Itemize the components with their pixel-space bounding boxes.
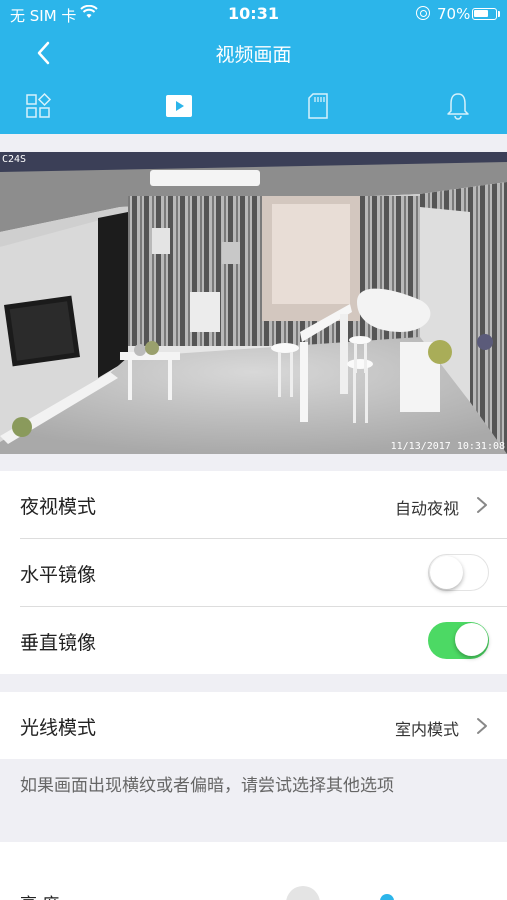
tab-sd-card[interactable] bbox=[298, 90, 338, 122]
camera-feed-image bbox=[0, 152, 507, 454]
brightness-group bbox=[0, 842, 507, 900]
night-vision-label: 夜视模式 bbox=[20, 496, 97, 518]
toggle-knob bbox=[430, 555, 463, 589]
chevron-right-icon bbox=[477, 497, 487, 513]
vertical-mirror-label: 垂直镜像 bbox=[20, 632, 97, 654]
toggle-knob bbox=[455, 623, 488, 656]
battery-level bbox=[474, 10, 488, 17]
battery-percent: 70% bbox=[437, 5, 471, 23]
play-video-icon bbox=[166, 95, 192, 117]
navigation-bar: 视频画面 bbox=[0, 28, 507, 78]
brightness-label: 亮 度 bbox=[20, 890, 59, 900]
grid-settings-icon bbox=[26, 92, 52, 118]
night-vision-row[interactable]: 夜视模式 自动夜视 bbox=[0, 471, 507, 538]
vertical-mirror-toggle[interactable] bbox=[428, 622, 489, 659]
tab-device-settings[interactable] bbox=[19, 90, 59, 122]
camera-osd-timestamp: 11/13/2017 10:31:08 bbox=[390, 441, 505, 452]
tab-alerts[interactable] bbox=[438, 90, 478, 122]
status-bar: 无 SIM 卡 10:31 70% bbox=[0, 0, 507, 28]
page-title: 视频画面 bbox=[215, 44, 292, 66]
light-mode-hint: 如果画面出现横纹或者偏暗，请尝试选择其他选项 bbox=[20, 776, 394, 796]
night-vision-value: 自动夜视 bbox=[394, 499, 459, 518]
horizontal-mirror-row: 水平镜像 bbox=[0, 539, 507, 606]
chevron-left-icon bbox=[37, 41, 50, 65]
vertical-mirror-row: 垂直镜像 bbox=[0, 607, 507, 674]
rotation-lock-icon bbox=[416, 6, 430, 20]
tab-bar bbox=[0, 78, 507, 134]
light-mode-label: 光线模式 bbox=[20, 717, 97, 739]
horizontal-mirror-label: 水平镜像 bbox=[20, 564, 97, 586]
video-settings-group: 夜视模式 自动夜视 水平镜像 垂直镜像 bbox=[0, 471, 507, 674]
horizontal-mirror-toggle[interactable] bbox=[428, 554, 489, 591]
battery-cap bbox=[498, 11, 500, 17]
tab-live-video[interactable] bbox=[159, 90, 199, 122]
bell-icon bbox=[447, 93, 469, 120]
chevron-right-icon bbox=[477, 718, 487, 734]
light-mode-value: 室内模式 bbox=[394, 720, 459, 739]
battery-icon bbox=[472, 8, 497, 20]
sd-card-icon bbox=[308, 93, 328, 119]
live-video-view[interactable]: C24S 11/13/2017 10:31:08 bbox=[0, 152, 507, 454]
camera-osd-tag: C24S bbox=[2, 154, 27, 165]
light-settings-group: 光线模式 室内模式 bbox=[0, 692, 507, 759]
clock: 10:31 bbox=[228, 4, 279, 23]
light-mode-row[interactable]: 光线模式 室内模式 bbox=[0, 692, 507, 759]
back-button[interactable] bbox=[28, 36, 62, 70]
